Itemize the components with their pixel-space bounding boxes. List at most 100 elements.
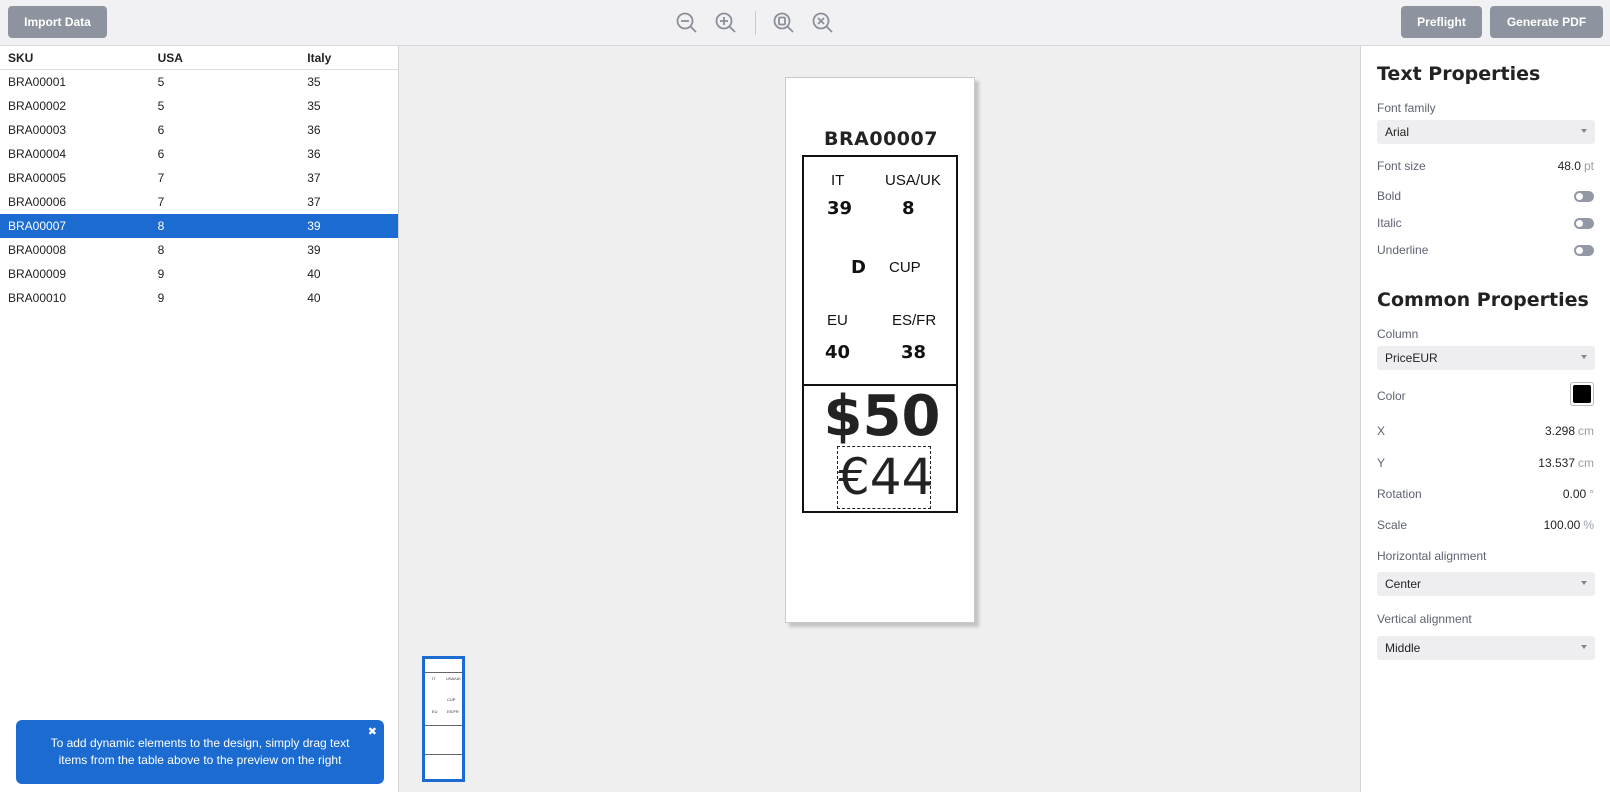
scale-unit: %	[1583, 518, 1594, 532]
thumbnail-it-text: IT	[432, 676, 436, 681]
cell-italy[interactable]: 37	[299, 171, 398, 185]
table-row[interactable]: BRA00008 8 39	[0, 238, 398, 262]
cell-italy[interactable]: 35	[299, 75, 398, 89]
design-canvas[interactable]: BRA00007 IT USA/UK 39 8 D CUP EU ES/FR 4…	[400, 46, 1360, 792]
label-it-value[interactable]: 39	[827, 198, 852, 219]
table-row[interactable]: BRA00001 5 35	[0, 70, 398, 94]
preflight-button[interactable]: Preflight	[1401, 6, 1482, 38]
cell-sku[interactable]: BRA00004	[0, 147, 150, 161]
cell-sku[interactable]: BRA00006	[0, 195, 150, 209]
toolbar-divider	[755, 11, 756, 35]
horizontal-alignment-label: Horizontal alignment	[1377, 549, 1487, 563]
horizontal-alignment-select[interactable]: Center	[1377, 572, 1595, 596]
zoom-in-icon[interactable]	[712, 9, 740, 37]
cell-italy[interactable]: 36	[299, 123, 398, 137]
label-eu-text[interactable]: EU	[827, 312, 848, 329]
label-preview[interactable]: BRA00007 IT USA/UK 39 8 D CUP EU ES/FR 4…	[785, 77, 975, 623]
scale-value: 100.00	[1543, 518, 1581, 532]
rotation-input[interactable]: 0.00 °	[1563, 487, 1594, 501]
font-family-label: Font family	[1377, 101, 1436, 115]
cell-usa[interactable]: 9	[150, 291, 300, 305]
zoom-out-icon[interactable]	[673, 9, 701, 37]
cell-italy[interactable]: 40	[299, 291, 398, 305]
cell-usa[interactable]: 8	[150, 243, 300, 257]
cell-usa[interactable]: 6	[150, 147, 300, 161]
close-icon[interactable]: ✖	[368, 724, 377, 741]
table-row-selected[interactable]: BRA00007 8 39	[0, 214, 398, 238]
x-input[interactable]: 3.298 cm	[1545, 424, 1594, 438]
column-select[interactable]: PriceEUR	[1377, 346, 1595, 370]
y-input[interactable]: 13.537 cm	[1538, 456, 1594, 470]
zoom-full-icon[interactable]	[809, 9, 837, 37]
table-row[interactable]: BRA00009 9 40	[0, 262, 398, 286]
vertical-alignment-select[interactable]: Middle	[1377, 636, 1595, 660]
label-sku-text[interactable]: BRA00007	[786, 128, 976, 150]
cell-sku[interactable]: BRA00007	[0, 219, 150, 233]
table-row[interactable]: BRA00002 5 35	[0, 94, 398, 118]
x-value: 3.298	[1544, 424, 1575, 438]
label-cup-value[interactable]: D	[851, 257, 866, 278]
bold-toggle[interactable]	[1574, 191, 1594, 202]
italic-label: Italic	[1377, 216, 1402, 230]
table-row[interactable]: BRA00010 9 40	[0, 286, 398, 310]
italic-toggle[interactable]	[1574, 218, 1594, 229]
font-family-select[interactable]: Arial	[1377, 120, 1595, 144]
label-cup-text[interactable]: CUP	[889, 259, 921, 276]
cell-sku[interactable]: BRA00009	[0, 267, 150, 281]
column-header-sku[interactable]: SKU	[0, 51, 150, 65]
column-header-italy[interactable]: Italy	[299, 51, 398, 65]
page-thumbnail[interactable]: IT USA/UK CUP EU ES/FR	[422, 656, 465, 782]
cell-italy[interactable]: 37	[299, 195, 398, 209]
rotation-label: Rotation	[1377, 487, 1422, 501]
cell-italy[interactable]: 39	[299, 219, 398, 233]
cell-usa[interactable]: 9	[150, 267, 300, 281]
label-esfr-text[interactable]: ES/FR	[892, 312, 936, 329]
cell-italy[interactable]: 39	[299, 243, 398, 257]
hint-text: To add dynamic elements to the design, s…	[50, 736, 350, 767]
cell-sku[interactable]: BRA00001	[0, 75, 150, 89]
cell-usa[interactable]: 5	[150, 99, 300, 113]
cell-usa[interactable]: 7	[150, 195, 300, 209]
table-row[interactable]: BRA00006 7 37	[0, 190, 398, 214]
label-esfr-value[interactable]: 38	[901, 342, 926, 363]
cell-usa[interactable]: 7	[150, 171, 300, 185]
label-usauk-value[interactable]: 8	[902, 198, 915, 219]
label-usauk-text[interactable]: USA/UK	[885, 172, 941, 189]
scale-input[interactable]: 100.00%	[1544, 518, 1594, 532]
label-eu-value[interactable]: 40	[825, 342, 850, 363]
font-size-input[interactable]: 48.0 pt	[1558, 159, 1594, 173]
label-it-text[interactable]: IT	[831, 172, 844, 189]
cell-usa[interactable]: 5	[150, 75, 300, 89]
cell-sku[interactable]: BRA00003	[0, 123, 150, 137]
underline-label: Underline	[1377, 243, 1429, 257]
cell-sku[interactable]: BRA00008	[0, 243, 150, 257]
price-box[interactable]: $50 €44	[802, 385, 958, 513]
cell-sku[interactable]: BRA00005	[0, 171, 150, 185]
y-label: Y	[1377, 456, 1386, 470]
bold-label: Bold	[1377, 189, 1402, 203]
cell-sku[interactable]: BRA00002	[0, 99, 150, 113]
rotation-unit: °	[1589, 487, 1594, 501]
selected-text-frame[interactable]: €44	[837, 446, 933, 509]
size-box[interactable]: IT USA/UK 39 8 D CUP EU ES/FR 40 38	[802, 155, 958, 386]
color-swatch[interactable]	[1570, 382, 1594, 406]
underline-toggle[interactable]	[1574, 245, 1594, 256]
table-row[interactable]: BRA00005 7 37	[0, 166, 398, 190]
cell-italy[interactable]: 35	[299, 99, 398, 113]
column-header-usa[interactable]: USA	[150, 51, 300, 65]
font-size-label: Font size	[1377, 159, 1426, 173]
generate-pdf-button[interactable]: Generate PDF	[1490, 6, 1603, 38]
import-data-button[interactable]: Import Data	[8, 6, 107, 38]
zoom-fit-icon[interactable]	[770, 9, 798, 37]
table-row[interactable]: BRA00003 6 36	[0, 118, 398, 142]
label-price-usd[interactable]: $50	[804, 385, 960, 449]
cell-usa[interactable]: 6	[150, 123, 300, 137]
cell-usa[interactable]: 8	[150, 219, 300, 233]
chevron-down-icon	[1581, 129, 1587, 133]
cell-italy[interactable]: 40	[299, 267, 398, 281]
table-row[interactable]: BRA00004 6 36	[0, 142, 398, 166]
cell-italy[interactable]: 36	[299, 147, 398, 161]
x-label: X	[1377, 424, 1386, 438]
cell-sku[interactable]: BRA00010	[0, 291, 150, 305]
label-price-eur[interactable]: €44	[838, 447, 933, 507]
